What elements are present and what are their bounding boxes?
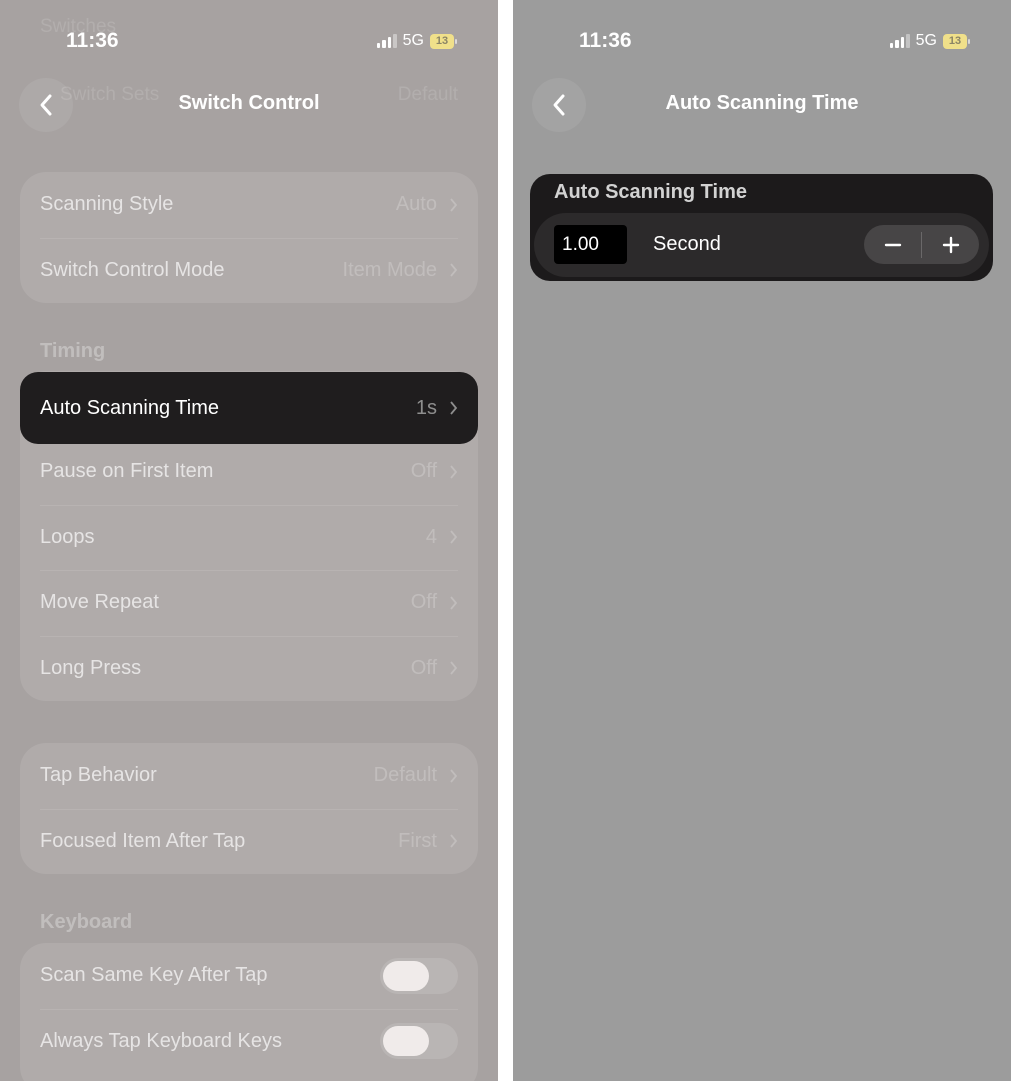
signal-icon [889, 34, 910, 48]
page-title: Switch Control [178, 92, 320, 114]
plus-icon [942, 236, 959, 253]
toggle-knob [383, 1026, 429, 1057]
always-tap-keyboard-keys-row: Always Tap Keyboard Keys [20, 1008, 478, 1075]
status-indicators: 5G 13 [889, 31, 970, 51]
increment-button[interactable] [922, 225, 979, 264]
network-type: 5G [402, 32, 424, 49]
row-value: First [398, 829, 437, 852]
row-value: Auto [395, 193, 437, 216]
unit-label: Second [653, 233, 721, 255]
row-value: Off [410, 656, 437, 679]
always-tap-keys-toggle[interactable] [380, 1023, 458, 1060]
chevron-right-icon [450, 263, 458, 277]
row-label: Loops [40, 525, 95, 548]
timing-section-header: Timing [40, 340, 106, 362]
battery-icon: 13 [943, 33, 970, 49]
battery-icon: 13 [430, 33, 457, 49]
status-time: 11:36 [66, 29, 119, 52]
page-title: Auto Scanning Time [665, 92, 859, 114]
focused-item-after-tap-row[interactable]: Focused Item After Tap First [20, 808, 478, 875]
chevron-right-icon [450, 834, 458, 848]
row-value: Off [410, 460, 437, 483]
row-label: Move Repeat [40, 591, 159, 614]
row-label: Scan Same Key After Tap [40, 964, 268, 987]
tap-settings-group: Tap Behavior Default Focused Item After … [20, 743, 478, 874]
long-press-row[interactable]: Long Press Off [20, 635, 478, 702]
row-label: Auto Scanning Time [40, 396, 219, 419]
scan-same-key-after-tap-row: Scan Same Key After Tap [20, 943, 478, 1009]
chevron-right-icon [450, 198, 458, 212]
chevron-right-icon [450, 401, 458, 415]
row-label: Tap Behavior [40, 764, 157, 787]
minus-icon [884, 243, 901, 246]
time-stepper-row: 1.00 Second [534, 213, 989, 277]
row-label: Long Press [40, 656, 142, 679]
chevron-right-icon [450, 661, 458, 675]
network-type: 5G [915, 32, 937, 49]
row-value: 4 [425, 525, 437, 548]
pause-on-first-item-row[interactable]: Pause on First Item Off [20, 439, 478, 505]
switch-control-mode-row[interactable]: Switch Control Mode Item Mode [20, 237, 478, 304]
row-label: Scanning Style [40, 193, 174, 216]
section-header: Auto Scanning Time [554, 181, 747, 203]
row-label: Pause on First Item [40, 460, 214, 483]
row-label: Focused Item After Tap [40, 829, 246, 852]
right-screen: 11:36 5G 13 Auto Scanning Time Auto Scan… [513, 0, 1011, 1081]
row-value: 1s [415, 396, 437, 419]
row-value: Default [373, 764, 437, 787]
time-value-field[interactable]: 1.00 [554, 225, 627, 264]
scanning-settings-group: Scanning Style Auto Switch Control Mode … [20, 172, 478, 303]
chevron-right-icon [450, 465, 458, 479]
status-time: 11:36 [579, 29, 632, 52]
keyboard-settings-group: Scan Same Key After Tap Always Tap Keybo… [20, 943, 478, 1081]
chevron-right-icon [450, 769, 458, 783]
move-repeat-row[interactable]: Move Repeat Off [20, 570, 478, 636]
time-stepper [864, 225, 979, 264]
auto-scanning-time-row[interactable]: Auto Scanning Time 1s [20, 372, 478, 444]
row-label: Always Tap Keyboard Keys [40, 1029, 282, 1052]
left-screen: Switches Switch Sets Default 11:36 5G 13… [0, 0, 498, 1081]
keyboard-section-header: Keyboard [40, 911, 133, 933]
scan-same-key-toggle[interactable] [380, 957, 458, 994]
signal-icon [376, 34, 397, 48]
decrement-button[interactable] [864, 225, 921, 264]
loops-row[interactable]: Loops 4 [20, 504, 478, 571]
tap-behavior-row[interactable]: Tap Behavior Default [20, 743, 478, 809]
row-value: Off [410, 591, 437, 614]
scanning-style-row[interactable]: Scanning Style Auto [20, 172, 478, 238]
chevron-right-icon [450, 530, 458, 544]
chevron-right-icon [450, 596, 458, 610]
status-indicators: 5G 13 [376, 31, 457, 51]
toggle-knob [383, 960, 429, 991]
row-label: Switch Control Mode [40, 258, 225, 281]
auto-scanning-time-card: Auto Scanning Time 1.00 Second [530, 174, 993, 281]
row-value: Item Mode [342, 258, 437, 281]
